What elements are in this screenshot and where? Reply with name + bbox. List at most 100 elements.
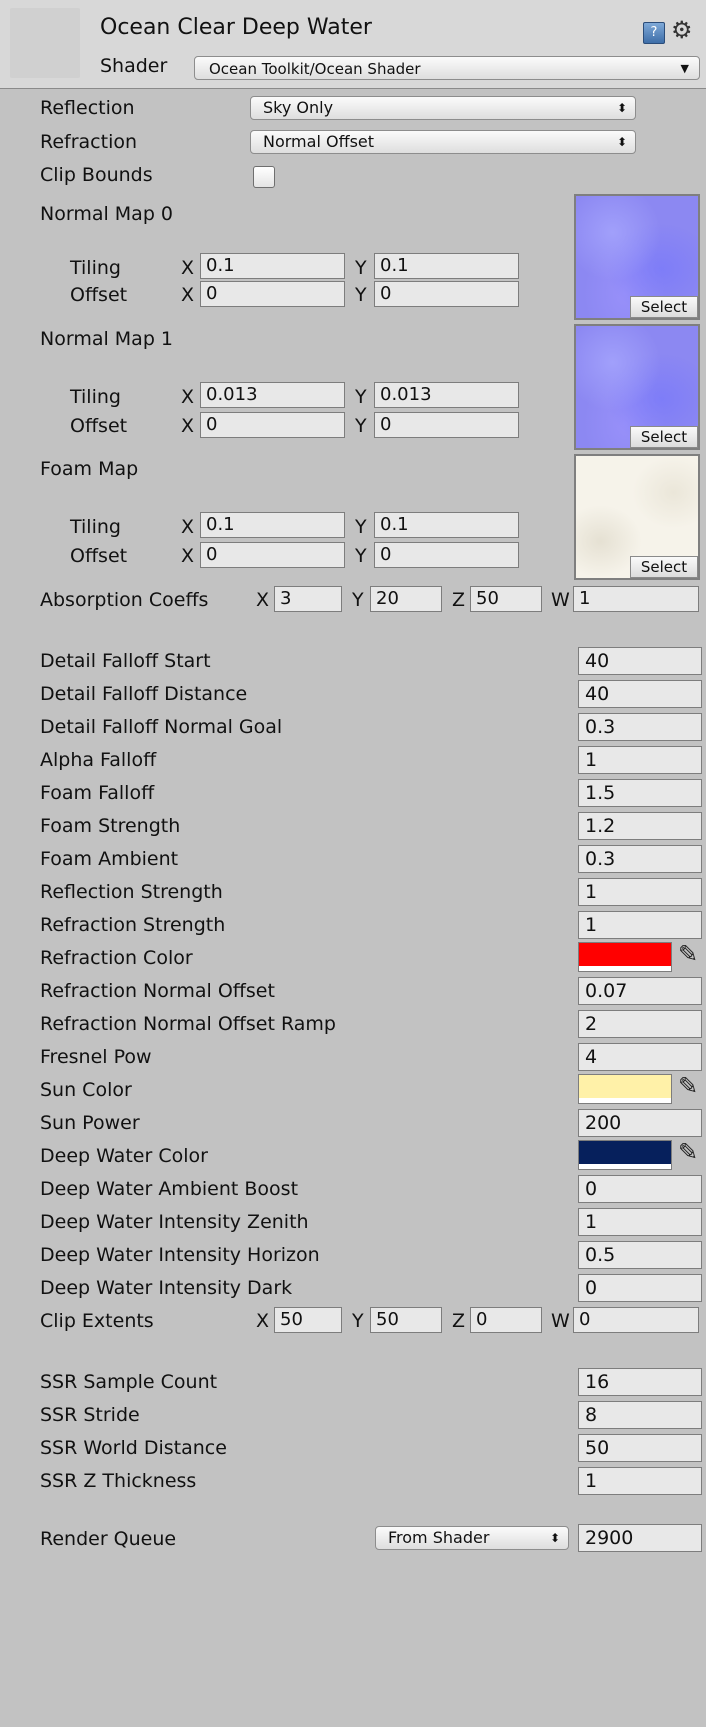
- deep-water-color-swatch[interactable]: [578, 1140, 672, 1170]
- sun-color-swatch[interactable]: [578, 1074, 672, 1104]
- absorption-z[interactable]: 50: [470, 586, 542, 612]
- prop-label: Sun Power: [40, 1112, 140, 1134]
- foam-map-select-button[interactable]: Select: [630, 556, 698, 578]
- eyedropper-icon[interactable]: ✎: [678, 940, 698, 968]
- prop-value-field[interactable]: 0.5: [578, 1241, 702, 1269]
- y-axis-label: Y: [355, 545, 367, 567]
- prop-value-field[interactable]: 0: [578, 1175, 702, 1203]
- z-axis-label: Z: [452, 1310, 466, 1332]
- normal-map-0-offset-x[interactable]: 0: [200, 281, 345, 307]
- refraction-label: Refraction: [40, 131, 138, 153]
- normal-map-0-offset-y[interactable]: 0: [374, 281, 519, 307]
- refraction-color-swatch[interactable]: [578, 942, 672, 972]
- x-axis-label: X: [181, 257, 195, 279]
- refraction-dropdown[interactable]: Normal Offset ⬍: [250, 130, 636, 154]
- render-queue-label: Render Queue: [40, 1528, 177, 1550]
- x-axis-label: X: [181, 284, 195, 306]
- foam-map-tiling-y[interactable]: 0.1: [374, 512, 519, 538]
- book-icon[interactable]: ?: [643, 22, 665, 44]
- ssr-value-field[interactable]: 8: [578, 1401, 702, 1429]
- y-axis-label: Y: [355, 415, 367, 437]
- dropdown-arrow-icon: ▼: [680, 62, 689, 75]
- prop-value-field[interactable]: 0.07: [578, 977, 702, 1005]
- clip-extents-z[interactable]: 0: [470, 1307, 542, 1333]
- x-axis-label: X: [181, 386, 195, 408]
- x-axis-label: X: [256, 589, 270, 611]
- foam-map-thumbnail[interactable]: Select: [574, 454, 700, 580]
- prop-label: Detail Falloff Start: [40, 650, 211, 672]
- ssr-label: SSR Stride: [40, 1404, 140, 1426]
- prop-label: Detail Falloff Normal Goal: [40, 716, 283, 738]
- normal-map-1-tiling-y[interactable]: 0.013: [374, 382, 519, 408]
- clip-bounds-checkbox[interactable]: [253, 166, 275, 188]
- absorption-y[interactable]: 20: [370, 586, 442, 612]
- prop-label: Refraction Normal Offset Ramp: [40, 1013, 336, 1035]
- z-axis-label: Z: [452, 589, 466, 611]
- tiling-label: Tiling: [70, 386, 121, 408]
- x-axis-label: X: [181, 516, 195, 538]
- prop-value-field[interactable]: 1: [578, 1208, 702, 1236]
- foam-map-offset-x[interactable]: 0: [200, 542, 345, 568]
- clip-extents-y[interactable]: 50: [370, 1307, 442, 1333]
- eyedropper-icon[interactable]: ✎: [678, 1138, 698, 1166]
- prop-label: Deep Water Intensity Dark: [40, 1277, 293, 1299]
- prop-value-field[interactable]: 1.5: [578, 779, 702, 807]
- prop-value-field[interactable]: 0.3: [578, 713, 702, 741]
- prop-label: Sun Color: [40, 1079, 132, 1101]
- prop-value-field[interactable]: 2: [578, 1010, 702, 1038]
- render-queue-dropdown[interactable]: From Shader ⬍: [375, 1526, 569, 1550]
- absorption-x[interactable]: 3: [274, 586, 342, 612]
- normal-map-0-select-button[interactable]: Select: [630, 296, 698, 318]
- normal-map-1-tiling-x[interactable]: 0.013: [200, 382, 345, 408]
- normal-map-1-offset-y[interactable]: 0: [374, 412, 519, 438]
- updown-arrow-icon: ⬍: [616, 135, 627, 149]
- y-axis-label: Y: [355, 516, 367, 538]
- prop-value-field[interactable]: 40: [578, 680, 702, 708]
- prop-value-field[interactable]: 4: [578, 1043, 702, 1071]
- refraction-value: Normal Offset: [263, 132, 375, 151]
- w-axis-label: W: [551, 1310, 570, 1332]
- prop-value-field[interactable]: 1: [578, 911, 702, 939]
- clip-extents-label: Clip Extents: [40, 1310, 154, 1332]
- ssr-label: SSR Sample Count: [40, 1371, 218, 1393]
- normal-map-0-tiling-y[interactable]: 0.1: [374, 253, 519, 279]
- reflection-dropdown[interactable]: Sky Only ⬍: [250, 96, 636, 120]
- normal-map-1-thumbnail[interactable]: Select: [574, 324, 700, 450]
- shader-dropdown[interactable]: Ocean Toolkit/Ocean Shader ▼: [194, 56, 700, 80]
- clip-extents-x[interactable]: 50: [274, 1307, 342, 1333]
- y-axis-label: Y: [352, 1310, 364, 1332]
- absorption-w[interactable]: 1: [573, 586, 699, 612]
- eyedropper-icon[interactable]: ✎: [678, 1072, 698, 1100]
- render-queue-value[interactable]: 2900: [578, 1524, 702, 1552]
- ssr-value-field[interactable]: 16: [578, 1368, 702, 1396]
- ssr-label: SSR World Distance: [40, 1437, 227, 1459]
- foam-map-offset-y[interactable]: 0: [374, 542, 519, 568]
- prop-value-field[interactable]: 40: [578, 647, 702, 675]
- w-axis-label: W: [551, 589, 570, 611]
- gear-icon[interactable]: ⚙: [671, 16, 693, 44]
- normal-map-1-offset-x[interactable]: 0: [200, 412, 345, 438]
- ssr-value-field[interactable]: 1: [578, 1467, 702, 1495]
- prop-value-field[interactable]: 1.2: [578, 812, 702, 840]
- absorption-coeffs-label: Absorption Coeffs: [40, 589, 209, 611]
- y-axis-label: Y: [355, 257, 367, 279]
- normal-map-0-thumbnail[interactable]: Select: [574, 194, 700, 320]
- prop-value-field[interactable]: 1: [578, 878, 702, 906]
- x-axis-label: X: [181, 545, 195, 567]
- y-axis-label: Y: [355, 386, 367, 408]
- reflection-value: Sky Only: [263, 98, 334, 117]
- material-thumbnail: [10, 8, 80, 78]
- shader-label: Shader: [100, 55, 168, 77]
- clip-extents-w[interactable]: 0: [573, 1307, 699, 1333]
- foam-map-tiling-x[interactable]: 0.1: [200, 512, 345, 538]
- normal-map-0-tiling-x[interactable]: 0.1: [200, 253, 345, 279]
- prop-label: Deep Water Intensity Zenith: [40, 1211, 309, 1233]
- prop-value-field[interactable]: 0.3: [578, 845, 702, 873]
- normal-map-1-select-button[interactable]: Select: [630, 426, 698, 448]
- prop-value-field[interactable]: 200: [578, 1109, 702, 1137]
- ssr-value-field[interactable]: 50: [578, 1434, 702, 1462]
- prop-value-field[interactable]: 0: [578, 1274, 702, 1302]
- prop-label: Foam Strength: [40, 815, 181, 837]
- prop-value-field[interactable]: 1: [578, 746, 702, 774]
- offset-label: Offset: [70, 545, 128, 567]
